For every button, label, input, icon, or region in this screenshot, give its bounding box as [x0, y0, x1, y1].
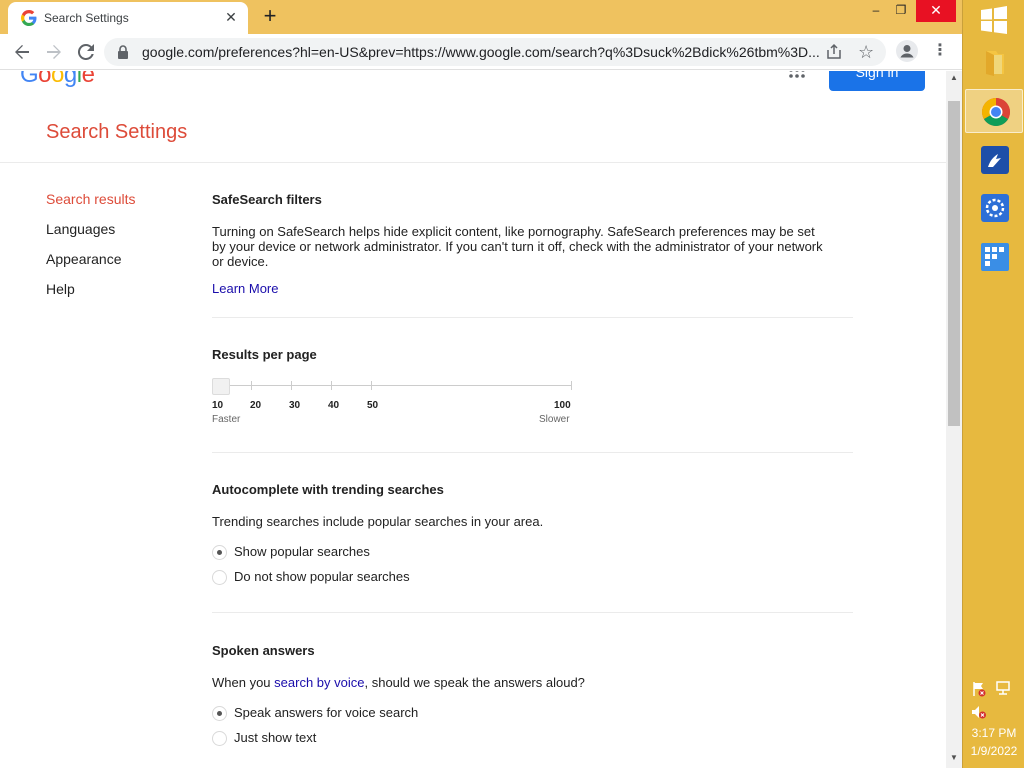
sidebar-item-search-results[interactable]: Search results	[46, 191, 135, 221]
url-text[interactable]: google.com/preferences?hl=en-US&prev=htt…	[142, 44, 822, 60]
autocomplete-section: Autocomplete with trending searches Tren…	[212, 482, 853, 529]
sign-in-button[interactable]: Sign in	[829, 71, 925, 91]
sidebar-item-appearance[interactable]: Appearance	[46, 251, 135, 281]
browser-toolbar: google.com/preferences?hl=en-US&prev=htt…	[0, 34, 962, 70]
taskbar-app-settings[interactable]	[965, 186, 1023, 230]
network-icon[interactable]	[995, 680, 1011, 696]
tab-strip: Search Settings ✕ + – ❐ ✕	[0, 0, 962, 34]
radio-button-checked[interactable]	[212, 706, 227, 721]
section-divider	[212, 452, 853, 453]
spoken-answers-description: When you search by voice, should we spea…	[212, 675, 853, 690]
tab-search-settings[interactable]: Search Settings ✕	[8, 2, 248, 34]
google-logo[interactable]: Google	[20, 71, 95, 89]
app-blue-icon	[981, 146, 1009, 174]
volume-muted-icon[interactable]	[971, 704, 987, 720]
autocomplete-heading: Autocomplete with trending searches	[212, 482, 444, 497]
lock-icon[interactable]	[118, 45, 128, 59]
slider-label-10: 10	[212, 400, 224, 411]
slider-slower-caption: Slower	[539, 414, 570, 425]
settings-page: Google Sign in Search Settings Search re…	[0, 71, 946, 768]
new-tab-button[interactable]: +	[258, 4, 282, 28]
taskbar-file-explorer[interactable]	[965, 40, 1023, 84]
reload-icon[interactable]	[74, 40, 98, 64]
star-icon[interactable]: ☆	[858, 41, 874, 63]
google-apps-icon[interactable]	[789, 71, 805, 84]
app-grid-icon	[981, 243, 1009, 271]
sidebar-item-languages[interactable]: Languages	[46, 221, 135, 251]
address-bar[interactable]: google.com/preferences?hl=en-US&prev=htt…	[104, 38, 886, 66]
taskbar-app-grid[interactable]	[965, 235, 1023, 279]
windows-taskbar: 3:17 PM 1/9/2022	[962, 0, 1024, 768]
tab-title: Search Settings	[44, 11, 129, 25]
folder-icon	[986, 51, 1004, 76]
spoken-answers-heading: Spoken answers	[212, 643, 315, 658]
radio-label[interactable]: Do not show popular searches	[234, 569, 410, 585]
slider-label-40: 40	[328, 400, 340, 411]
forward-icon[interactable]	[42, 40, 66, 64]
page-scrollbar[interactable]: ▲ ▼	[946, 71, 962, 768]
title-divider	[0, 162, 946, 163]
spoken-answers-section: Spoken answers When you search by voice,…	[212, 643, 853, 690]
taskbar-app-blue[interactable]	[965, 138, 1023, 182]
radio-button[interactable]	[212, 570, 227, 585]
slider-tick	[251, 381, 252, 390]
scroll-thumb[interactable]	[948, 101, 960, 426]
section-divider	[212, 612, 853, 613]
slider-tick	[291, 381, 292, 390]
tab-close-icon[interactable]: ✕	[223, 9, 239, 25]
safesearch-section: SafeSearch filters Turning on SafeSearch…	[212, 192, 853, 296]
radio-label[interactable]: Show popular searches	[234, 544, 370, 560]
app-settings-icon	[981, 194, 1009, 222]
learn-more-link[interactable]: Learn More	[212, 281, 853, 296]
page-title: Search Settings	[46, 121, 188, 143]
minimize-button[interactable]: –	[862, 0, 890, 22]
description-suffix: , should we speak the answers aloud?	[364, 675, 585, 690]
safesearch-description: Turning on SafeSearch helps hide explici…	[212, 224, 823, 269]
menu-icon[interactable]: ⋮	[932, 42, 948, 60]
sidebar-item-help[interactable]: Help	[46, 281, 135, 311]
close-window-button[interactable]: ✕	[916, 0, 956, 22]
results-slider-track[interactable]	[214, 385, 572, 386]
slider-tick	[331, 381, 332, 390]
action-center-flag-icon[interactable]	[971, 681, 987, 697]
radio-button[interactable]	[212, 731, 227, 746]
radio-label[interactable]: Speak answers for voice search	[234, 705, 418, 721]
radio-label[interactable]: Just show text	[234, 730, 316, 746]
scroll-up-icon[interactable]: ▲	[946, 73, 962, 85]
taskbar-chrome[interactable]	[965, 89, 1023, 133]
slider-label-100: 100	[554, 400, 571, 411]
slider-faster-caption: Faster	[212, 414, 241, 425]
google-favicon-icon	[21, 10, 37, 26]
clock-date[interactable]: 1/9/2022	[963, 744, 1024, 758]
results-slider-handle[interactable]	[212, 378, 230, 395]
share-icon[interactable]	[825, 43, 843, 61]
clock-time[interactable]: 3:17 PM	[963, 726, 1024, 740]
safesearch-heading: SafeSearch filters	[212, 192, 322, 207]
results-per-page-section: Results per page	[212, 347, 853, 363]
slider-tick	[371, 381, 372, 390]
profile-icon[interactable]	[896, 40, 918, 62]
description-prefix: When you	[212, 675, 275, 690]
autocomplete-description: Trending searches include popular search…	[212, 514, 544, 529]
slider-label-20: 20	[250, 400, 262, 411]
slider-label-30: 30	[289, 400, 301, 411]
slider-tick	[571, 381, 572, 390]
radio-button-checked[interactable]	[212, 545, 227, 560]
scroll-down-icon[interactable]: ▼	[946, 753, 962, 765]
results-per-page-heading: Results per page	[212, 347, 317, 362]
slider-label-50: 50	[367, 400, 379, 411]
search-by-voice-link[interactable]: search by voice	[274, 675, 364, 690]
settings-sidebar: Search results Languages Appearance Help	[46, 191, 135, 311]
maximize-button[interactable]: ❐	[887, 0, 915, 22]
back-icon[interactable]	[10, 40, 34, 64]
section-divider	[212, 317, 853, 318]
chrome-icon	[982, 98, 1010, 126]
windows-start-icon[interactable]	[980, 6, 1008, 34]
